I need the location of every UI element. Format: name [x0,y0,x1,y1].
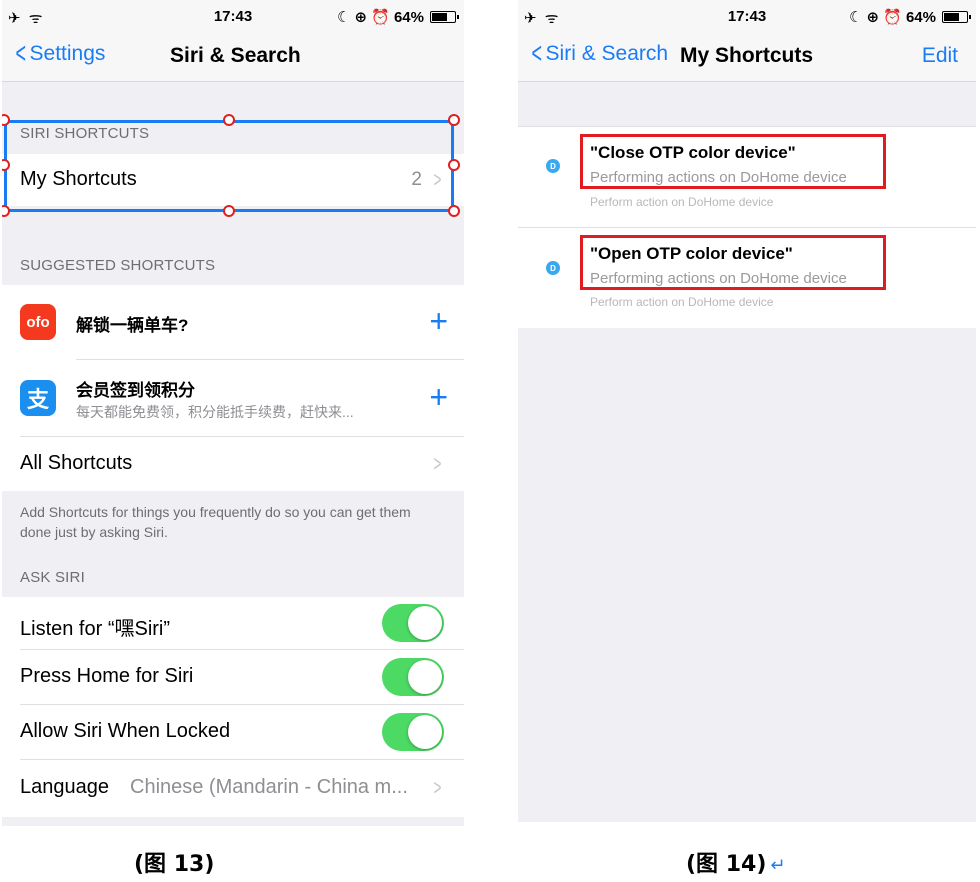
language-value: Chinese (Mandarin - China m... [130,776,408,798]
battery-percent: 64% [393,8,424,26]
add-shortcut-button[interactable]: + [429,381,448,413]
my-shortcuts-screen: ✈ ᯤ 17:43 ☾ ⊕ ⏰ 64% < Siri & Search My S… [518,0,976,822]
shortcut-detail: Perform action on DoHome device [590,295,774,309]
suggested-shortcut-row[interactable]: 支 会员签到领积分 每天都能免费领，积分能抵手续费，赶快来... + [2,360,464,436]
highlight-box [580,134,886,189]
selection-box [4,120,454,212]
suggested-shortcuts-header: SUGGESTED SHORTCUTS [20,257,216,274]
chevron-left-icon: < [531,37,543,70]
selection-handle[interactable] [223,114,235,126]
page-title: My Shortcuts [680,44,814,67]
selection-handle[interactable] [448,114,460,126]
battery-icon [942,11,971,23]
return-mark-icon: ↵ [770,855,786,876]
all-shortcuts-label: All Shortcuts [20,452,133,474]
suggested-shortcuts-group: ofo 解锁一辆单车? + 支 会员签到领积分 每天都能免费领，积分能抵手续费，… [2,285,464,491]
dohome-app-icon: D [546,159,560,173]
toggle-label: Allow Siri When Locked [20,720,231,742]
figure-caption-14: (图 14) [686,852,767,877]
figure-caption-13: (图 13) [134,852,215,877]
language-label: Language [20,776,109,798]
highlight-box [580,235,886,290]
siri-search-screen: ✈ ᯤ 17:43 ☾ ⊕ ⏰ 64% < Settings Siri & Se… [2,0,464,826]
status-bar: ✈ ᯤ 17:43 ☾ ⊕ ⏰ 64% [518,0,976,32]
nav-bar: < Settings Siri & Search [2,32,464,82]
selection-handle[interactable] [448,159,460,171]
suggestion-title: 会员签到领积分 [76,381,195,400]
back-label: Siri & Search [545,42,669,65]
battery-percent: 64% [905,8,936,26]
bike-app-icon: ofo [20,304,56,340]
toggle-label: Press Home for Siri [20,665,194,687]
ask-siri-group: Listen for “嘿Siri” Press Home for Siri A… [2,597,464,817]
listen-hey-siri-toggle[interactable] [382,604,444,642]
allow-when-locked-toggle[interactable] [382,713,444,751]
add-shortcut-button[interactable]: + [429,305,448,337]
selection-handle[interactable] [2,205,10,217]
page-title: Siri & Search [170,44,301,67]
shortcuts-list: D "Close OTP color device" Performing ac… [518,126,976,328]
ask-siri-header: ASK SIRI [20,569,85,586]
shortcut-detail: Perform action on DoHome device [590,195,774,209]
battery-icon [430,11,459,23]
status-icons: ☾ ⊕ ⏰ [336,9,390,26]
suggested-shortcut-row[interactable]: ofo 解锁一辆单车? + [2,285,464,359]
listen-hey-siri-row: Listen for “嘿Siri” [2,597,464,649]
back-label: Settings [29,42,106,65]
nav-bar: < Siri & Search My Shortcuts Edit [518,32,976,82]
chevron-right-icon: > [433,451,442,476]
chevron-left-icon: < [15,37,27,70]
press-home-row: Press Home for Siri [2,650,464,704]
selection-handle[interactable] [448,205,460,217]
suggested-footer: Add Shortcuts for things you frequently … [20,504,411,540]
shortcut-row[interactable]: D "Open OTP color device" Performing act… [518,228,976,328]
press-home-toggle[interactable] [382,658,444,696]
toggle-label: Listen for “嘿Siri” [20,618,171,640]
alipay-app-icon: 支 [20,380,56,416]
dohome-app-icon: D [546,261,560,275]
edit-button[interactable]: Edit [922,44,958,68]
all-shortcuts-row[interactable]: All Shortcuts > [2,437,464,491]
language-row[interactable]: Language Chinese (Mandarin - China m... … [2,760,464,814]
suggestion-subtitle: 每天都能免费领，积分能抵手续费，赶快来... [76,404,354,420]
chevron-right-icon: > [433,775,442,800]
selection-handle[interactable] [223,205,235,217]
back-button[interactable]: < Settings [12,37,106,70]
status-bar: ✈ ᯤ 17:43 ☾ ⊕ ⏰ 64% [2,0,464,32]
back-button[interactable]: < Siri & Search [528,37,669,70]
suggestion-title: 解锁一辆单车? [76,316,189,335]
allow-when-locked-row: Allow Siri When Locked [2,705,464,759]
shortcut-row[interactable]: D "Close OTP color device" Performing ac… [518,127,976,227]
status-icons: ☾ ⊕ ⏰ [848,9,902,26]
